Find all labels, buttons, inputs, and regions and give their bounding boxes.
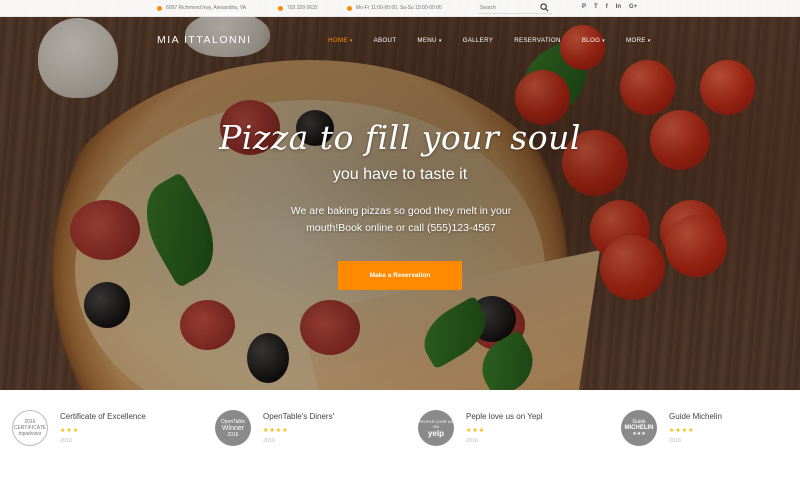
award-stars: ★★★: [60, 428, 80, 434]
michelin-badge-icon: Guide MICHELIN ★★★: [621, 410, 657, 446]
phone-icon: [278, 5, 283, 11]
address-info: 6097 Richmond hwy, Alexandria, VA: [157, 5, 246, 11]
nav-item-menu[interactable]: MENU ▾: [417, 37, 441, 44]
make-reservation-button[interactable]: Make a Reservation: [338, 261, 462, 290]
main-nav: HOME ▾ ABOUT MENU ▾ GALLERY RESERVATION BL…: [328, 37, 672, 44]
award-title: OpenTable's Diners': [263, 412, 335, 421]
clock-icon: [347, 5, 352, 11]
address-text: 6097 Richmond hwy, Alexandria, VA: [166, 5, 247, 11]
award-year: 2016: [60, 438, 73, 444]
search-icon[interactable]: [540, 3, 549, 12]
pinterest-icon[interactable]: P: [582, 4, 586, 10]
hero-subtitle: you have to taste it: [332, 166, 468, 183]
googleplus-icon[interactable]: G+: [629, 4, 637, 10]
award-title: Certificate of Excellence: [60, 412, 146, 421]
twitter-icon[interactable]: T: [594, 4, 598, 10]
hours-text: Mo-Fr 11:00-00:00, Sa-Su 15:00-00:00: [356, 5, 442, 11]
award-year: 2016: [263, 438, 276, 444]
chevron-down-icon: ▾: [349, 38, 353, 44]
instagram-icon[interactable]: In: [616, 4, 621, 10]
hero-description: We are baking pizzas so good they melt i…: [290, 205, 512, 234]
tripadvisor-badge-icon: 2016 CERTIFICATE tripadvisor: [12, 410, 48, 446]
opentable-badge-icon: OpenTable Winner 2016: [215, 410, 251, 446]
yelp-badge-icon: PEOPLE LOVE US ON yelp: [418, 410, 454, 446]
award-stars: ★★★★: [263, 428, 289, 434]
award-title: Guide Michelin: [669, 412, 722, 421]
award-year: 2016: [466, 438, 479, 444]
chevron-down-icon: ▾: [602, 38, 606, 44]
location-icon: [157, 5, 162, 11]
nav-item-about[interactable]: ABOUT: [374, 37, 397, 44]
hours-info: Mo-Fr 11:00-00:00, Sa-Su 15:00-00:00: [347, 5, 442, 11]
site-logo[interactable]: MIA ITTALONNI: [157, 34, 252, 46]
award-item: Guide MICHELIN ★★★ Guide Michelin ★★★★ 2…: [621, 410, 722, 446]
award-stars: ★★★★: [669, 428, 695, 434]
nav-item-more[interactable]: MORE ▾: [626, 37, 651, 44]
facebook-icon[interactable]: f: [606, 4, 608, 10]
phone-info: 703 329 0632: [278, 5, 318, 11]
top-info-bar: 6097 Richmond hwy, Alexandria, VA 703 32…: [0, 0, 800, 17]
nav-item-gallery[interactable]: GALLERY: [463, 37, 494, 44]
awards-section: 2016 CERTIFICATE tripadvisor Certificate…: [0, 390, 800, 500]
award-stars: ★★★: [466, 428, 486, 434]
award-title: Peple love us on Yepl: [466, 412, 543, 421]
nav-item-reservation[interactable]: RESERVATION: [514, 37, 561, 44]
chevron-down-icon: ▾: [647, 38, 651, 44]
social-links: P T f In G+: [582, 4, 637, 10]
award-item: OpenTable Winner 2016 OpenTable's Diners…: [215, 410, 334, 446]
award-item: PEOPLE LOVE US ON yelp Peple love us on …: [418, 410, 543, 446]
award-item: 2016 CERTIFICATE tripadvisor Certificate…: [12, 410, 146, 446]
hero-background: [0, 0, 800, 390]
award-year: 2016: [669, 438, 682, 444]
phone-text[interactable]: 703 329 0632: [287, 5, 318, 11]
chevron-down-icon: ▾: [438, 38, 442, 44]
hero-title: Pizza to fill your soul: [219, 118, 581, 157]
nav-item-home[interactable]: HOME ▾: [328, 37, 353, 44]
nav-item-blog[interactable]: BLOG ▾: [582, 37, 605, 44]
